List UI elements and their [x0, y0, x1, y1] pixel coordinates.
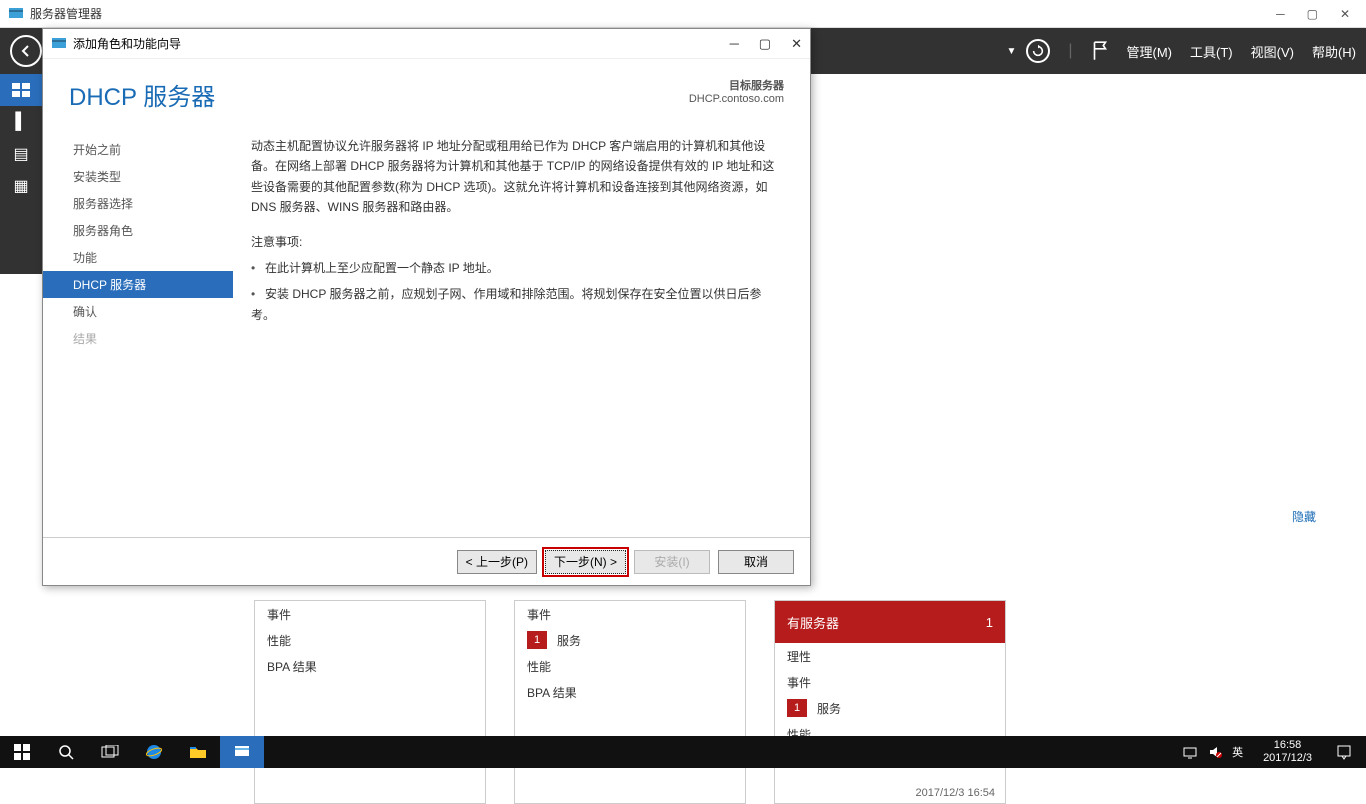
tile-row-manageability[interactable]: 理性 — [775, 643, 1005, 669]
wizard-page-title: DHCP 服务器 — [69, 77, 215, 112]
refresh-icon — [1031, 44, 1045, 58]
refresh-button[interactable] — [1026, 39, 1050, 63]
windows-icon — [14, 744, 30, 760]
notifications-button[interactable] — [1322, 736, 1366, 768]
clock-date: 2017/12/3 — [1263, 752, 1312, 765]
clock-time: 16:58 — [1263, 739, 1312, 752]
tile-header-all-servers[interactable]: 有服务器 1 — [775, 601, 1005, 643]
taskbar-clock[interactable]: 16:58 2017/12/3 — [1253, 739, 1322, 765]
taskview-button[interactable] — [88, 736, 132, 768]
tile-row-events[interactable]: 事件 — [255, 601, 485, 627]
notice-item-2: •安装 DHCP 服务器之前，应规划子网、作用域和排除范围。将规划保存在安全位置… — [251, 284, 778, 325]
ie-icon — [145, 743, 163, 761]
arrow-left-icon — [18, 43, 34, 59]
target-server-info: 目标服务器 DHCP.contoso.com — [689, 77, 784, 105]
main-minimize-button[interactable]: ─ — [1276, 7, 1285, 21]
taskbar-explorer[interactable] — [176, 736, 220, 768]
alert-badge: 1 — [527, 631, 547, 649]
taskbar-ie[interactable] — [132, 736, 176, 768]
taskbar-server-manager[interactable] — [220, 736, 264, 768]
wizard-titlebar[interactable]: 添加角色和功能向导 ─ ▢ ✕ — [43, 29, 810, 59]
back-button[interactable] — [10, 35, 42, 67]
taskview-icon — [101, 745, 119, 759]
sidebar-dashboard[interactable] — [0, 74, 42, 106]
system-tray: 英 — [1172, 744, 1253, 760]
nav-features[interactable]: 功能 — [43, 244, 233, 271]
sidebar-all[interactable]: ▤ — [0, 138, 42, 170]
server-icon: ▌ — [15, 113, 26, 131]
sidebar-role[interactable]: ▦ — [0, 170, 42, 202]
dropdown-caret-icon[interactable]: ▼ — [1006, 46, 1016, 57]
tile-row-performance[interactable]: 性能 — [255, 627, 485, 653]
wizard-nav: 开始之前 安装类型 服务器选择 服务器角色 功能 DHCP 服务器 确认 结果 — [43, 130, 233, 537]
wizard-minimize-button[interactable]: ─ — [730, 36, 739, 52]
flag-icon[interactable] — [1091, 40, 1109, 62]
target-label: 目标服务器 — [689, 77, 784, 93]
menu-view[interactable]: 视图(V) — [1251, 42, 1294, 61]
tile-timestamp: 2017/12/3 16:54 — [775, 783, 1005, 803]
nav-confirm[interactable]: 确认 — [43, 298, 233, 325]
tile-header-count: 1 — [986, 615, 993, 630]
description-paragraph: 动态主机配置协议允许服务器将 IP 地址分配或租用给已作为 DHCP 客户端启用… — [251, 136, 778, 218]
tile-local: 事件 性能 BPA 结果 — [254, 600, 486, 804]
tile-row-bpa[interactable]: BPA 结果 — [515, 679, 745, 705]
wizard-icon — [51, 36, 67, 52]
servers-icon: ▤ — [13, 144, 28, 164]
role-icon: ▦ — [13, 176, 28, 196]
hide-link[interactable]: 隐藏 — [1292, 508, 1316, 525]
tile-row-services[interactable]: 1服务 — [775, 695, 1005, 721]
folder-icon — [189, 745, 207, 759]
server-manager-icon — [8, 6, 24, 22]
tile-row-services[interactable]: 1服务 — [515, 627, 745, 653]
tile-row-events[interactable]: 事件 — [515, 601, 745, 627]
start-button[interactable] — [0, 736, 44, 768]
network-icon[interactable] — [1182, 745, 1198, 759]
main-maximize-button[interactable]: ▢ — [1307, 7, 1318, 21]
search-icon — [58, 744, 74, 760]
nav-server-roles[interactable]: 服务器角色 — [43, 217, 233, 244]
tile-all-servers: 有服务器 1 理性 事件 1服务 性能 BPA 结果 2017/12/3 16:… — [774, 600, 1006, 804]
install-button: 安装(I) — [634, 550, 710, 574]
alert-badge: 1 — [787, 699, 807, 717]
volume-muted-icon[interactable] — [1208, 745, 1222, 759]
main-titlebar: 服务器管理器 ─ ▢ ✕ — [0, 0, 1366, 28]
left-sidebar: ▌ ▤ ▦ — [0, 74, 42, 274]
previous-button[interactable]: < 上一步(P) — [457, 550, 537, 574]
tile-row-events[interactable]: 事件 — [775, 669, 1005, 695]
nav-install-type[interactable]: 安装类型 — [43, 163, 233, 190]
notification-icon — [1336, 744, 1352, 760]
cancel-button[interactable]: 取消 — [718, 550, 794, 574]
wizard-close-button[interactable]: ✕ — [791, 36, 802, 52]
add-roles-wizard: 添加角色和功能向导 ─ ▢ ✕ DHCP 服务器 目标服务器 DHCP.cont… — [42, 28, 811, 586]
wizard-header: DHCP 服务器 目标服务器 DHCP.contoso.com — [43, 59, 810, 120]
tile-row-performance[interactable]: 性能 — [515, 653, 745, 679]
wizard-maximize-button[interactable]: ▢ — [759, 36, 771, 52]
nav-results: 结果 — [43, 325, 233, 352]
wizard-title: 添加角色和功能向导 — [73, 35, 730, 52]
tile-header-label: 有服务器 — [787, 613, 839, 632]
nav-server-select[interactable]: 服务器选择 — [43, 190, 233, 217]
menu-help[interactable]: 帮助(H) — [1312, 42, 1356, 61]
tile-role: 事件 1服务 性能 BPA 结果 2017/12/3 16:54 — [514, 600, 746, 804]
sidebar-local[interactable]: ▌ — [0, 106, 42, 138]
dashboard-icon — [12, 83, 30, 97]
app-title: 服务器管理器 — [30, 5, 1276, 22]
ime-indicator[interactable]: 英 — [1232, 744, 1243, 760]
tile-row-bpa[interactable]: BPA 结果 — [255, 653, 485, 679]
notice-label: 注意事项: — [251, 232, 778, 252]
search-button[interactable] — [44, 736, 88, 768]
next-button[interactable]: 下一步(N) > — [545, 550, 626, 574]
menu-manage[interactable]: 管理(M) — [1127, 42, 1173, 61]
notice-item-1: •在此计算机上至少应配置一个静态 IP 地址。 — [251, 258, 778, 278]
nav-dhcp[interactable]: DHCP 服务器 — [43, 271, 233, 298]
server-manager-icon — [233, 744, 251, 760]
taskbar: 英 16:58 2017/12/3 — [0, 736, 1366, 768]
main-close-button[interactable]: ✕ — [1340, 7, 1350, 21]
wizard-footer: < 上一步(P) 下一步(N) > 安装(I) 取消 — [43, 537, 810, 585]
target-value: DHCP.contoso.com — [689, 93, 784, 105]
menu-tools[interactable]: 工具(T) — [1190, 42, 1233, 61]
nav-before-begin[interactable]: 开始之前 — [43, 136, 233, 163]
wizard-content: 动态主机配置协议允许服务器将 IP 地址分配或租用给已作为 DHCP 客户端启用… — [233, 130, 784, 537]
